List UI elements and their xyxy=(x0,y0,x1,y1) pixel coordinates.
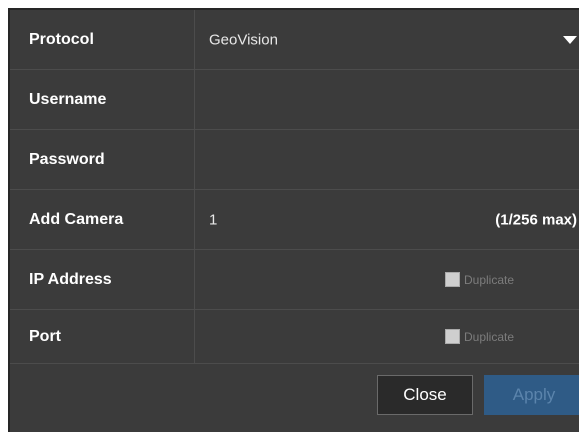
password-row: Password xyxy=(10,130,579,190)
ip-address-row: IP Address Duplicate xyxy=(10,250,579,310)
checkbox-icon[interactable] xyxy=(445,272,460,287)
add-camera-dialog: Protocol GeoVision Username Password Add… xyxy=(8,8,579,432)
port-label: Port xyxy=(29,327,61,345)
username-label: Username xyxy=(29,90,107,108)
chevron-down-icon[interactable] xyxy=(563,35,577,44)
add-camera-label: Add Camera xyxy=(29,210,124,228)
add-camera-row: Add Camera 1 (1/256 max) xyxy=(10,190,579,250)
port-field[interactable]: Duplicate xyxy=(195,310,579,363)
ip-duplicate-label: Duplicate xyxy=(464,272,515,287)
protocol-row: Protocol GeoVision xyxy=(10,10,579,70)
username-field[interactable] xyxy=(195,70,579,129)
port-row: Port Duplicate xyxy=(10,310,579,364)
protocol-select[interactable]: GeoVision xyxy=(195,10,579,69)
close-button[interactable]: Close xyxy=(377,375,473,415)
ip-address-field[interactable]: Duplicate xyxy=(195,250,579,309)
protocol-value: GeoVision xyxy=(209,31,278,48)
username-row: Username xyxy=(10,70,579,130)
port-duplicate-label: Duplicate xyxy=(464,329,515,344)
ip-duplicate-checkbox[interactable]: Duplicate xyxy=(445,271,514,289)
protocol-label: Protocol xyxy=(29,30,94,48)
checkbox-icon[interactable] xyxy=(445,329,460,344)
port-duplicate-checkbox[interactable]: Duplicate xyxy=(445,328,514,346)
add-camera-count-field[interactable]: 1 xyxy=(209,211,217,228)
dialog-footer: Close Apply xyxy=(10,364,579,432)
ip-address-label: IP Address xyxy=(29,270,112,288)
password-field[interactable] xyxy=(195,130,579,189)
apply-button[interactable]: Apply xyxy=(484,375,579,415)
password-label: Password xyxy=(29,150,105,168)
camera-max-text: (1/256 max) xyxy=(495,211,577,228)
